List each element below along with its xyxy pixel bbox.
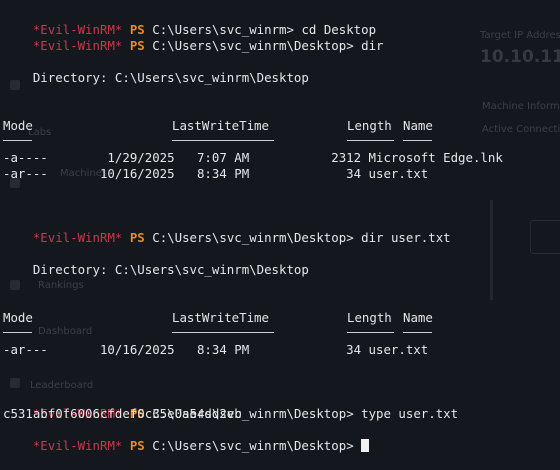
column-underline bbox=[3, 332, 32, 333]
column-mode: Mode bbox=[3, 310, 33, 325]
command-text: dir bbox=[353, 38, 384, 53]
column-length: Length bbox=[347, 310, 392, 325]
directory-header: Directory: C:\Users\svc_winrm\Desktop bbox=[3, 70, 309, 85]
prompt-line: *Evil-WinRM* PS C:\Users\svc_winrm\Deskt… bbox=[3, 22, 384, 53]
ps-prompt: PS bbox=[129, 230, 145, 245]
directory-header: Directory: C:\Users\svc_winrm\Desktop bbox=[3, 262, 309, 277]
table-row: -ar--- 10/16/2025 8:34 PM 34 user.txt bbox=[3, 166, 429, 181]
prompt-line: *Evil-WinRM* PS C:\Users\svc_winrm> cd D… bbox=[3, 6, 376, 37]
table-row: -ar--- 10/16/2025 8:34 PM 34 user.txt bbox=[3, 342, 429, 357]
terminal-window[interactable]: *Evil-WinRM* PS C:\Users\svc_winrm> cd D… bbox=[0, 0, 560, 453]
column-lastwritetime: LastWriteTime bbox=[172, 118, 269, 133]
prompt-line[interactable]: *Evil-WinRM* PS C:\Users\svc_winrm\Deskt… bbox=[3, 422, 370, 453]
prompt-line: *Evil-WinRM* PS C:\Users\svc_winrm\Deskt… bbox=[3, 390, 458, 421]
column-lastwritetime: LastWriteTime bbox=[172, 310, 269, 325]
column-length: Length bbox=[347, 118, 392, 133]
column-underline bbox=[172, 332, 274, 333]
command-text: dir user.txt bbox=[353, 230, 451, 245]
column-underline bbox=[347, 140, 394, 141]
column-underline bbox=[403, 140, 432, 141]
flag-output: c531abf0f6006cfdef0c35e0a54dd2eb bbox=[3, 406, 242, 421]
command-text: type user.txt bbox=[353, 406, 459, 421]
column-underline bbox=[172, 140, 274, 141]
column-name: Name bbox=[403, 310, 433, 325]
column-underline bbox=[3, 140, 32, 141]
column-mode: Mode bbox=[3, 118, 33, 133]
column-name: Name bbox=[403, 118, 433, 133]
prompt-line: *Evil-WinRM* PS C:\Users\svc_winrm\Deskt… bbox=[3, 214, 451, 245]
ps-prompt: PS bbox=[129, 38, 145, 53]
table-row: -a---- 1/29/2025 7:07 AM 2312 Microsoft … bbox=[3, 150, 503, 165]
evil-winrm-prompt: *Evil-WinRM* bbox=[32, 230, 123, 245]
column-underline bbox=[403, 332, 432, 333]
prompt-path: C:\Users\svc_winrm\Desktop> bbox=[152, 38, 354, 53]
column-underline bbox=[347, 332, 394, 333]
prompt-path: C:\Users\svc_winrm\Desktop> bbox=[152, 230, 354, 245]
cursor[interactable] bbox=[361, 439, 370, 452]
evil-winrm-prompt: *Evil-WinRM* bbox=[32, 38, 123, 53]
